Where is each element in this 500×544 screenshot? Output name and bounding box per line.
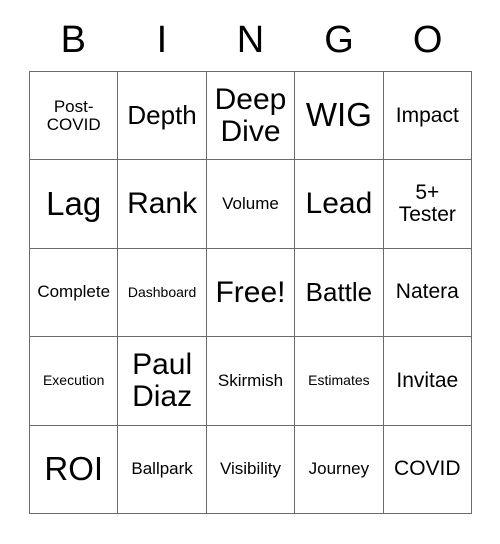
bingo-cell-label: Lag — [46, 184, 102, 222]
bingo-cell-label: Rank — [127, 187, 198, 221]
bingo-cell-label: Battle — [305, 276, 373, 307]
bingo-cell[interactable]: Lag — [30, 160, 119, 249]
bingo-cell-label: Dashboard — [127, 284, 197, 301]
bingo-cell-label: Invitae — [396, 368, 459, 392]
bingo-cell[interactable]: Dashboard — [118, 248, 207, 338]
bingo-cell[interactable]: 5+ Tester — [383, 160, 472, 249]
bingo-cell[interactable]: Invitae — [383, 337, 472, 426]
bingo-cell-label: Depth — [127, 99, 197, 130]
bingo-cell-label: Free! — [215, 275, 286, 309]
bingo-cell-label: 5+ Tester — [398, 180, 456, 227]
bingo-header-letter-o: O — [412, 19, 443, 61]
bingo-cell-label: WIG — [305, 96, 372, 134]
bingo-cell[interactable]: Estimates — [295, 337, 384, 426]
bingo-header-letter-n: N — [236, 19, 265, 61]
bingo-cell-label: ROI — [44, 449, 104, 487]
bingo-cell-label: Natera — [395, 280, 459, 304]
bingo-cell[interactable]: Paul Diaz — [118, 337, 207, 426]
bingo-cell-label: Paul Diaz — [132, 348, 193, 413]
bingo-cell[interactable]: ROI — [30, 425, 119, 514]
bingo-cell-label: Journey — [308, 459, 370, 479]
bingo-cell[interactable]: Post- COVID — [30, 72, 119, 161]
bingo-cell[interactable]: Lead — [295, 160, 384, 249]
bingo-cell[interactable]: Depth — [118, 72, 207, 161]
bingo-cell-label: Impact — [395, 103, 459, 127]
bingo-cell[interactable]: Ballpark — [118, 425, 207, 514]
bingo-cell[interactable]: Battle — [295, 248, 384, 338]
bingo-cell[interactable]: Journey — [295, 425, 384, 514]
bingo-cell[interactable]: Impact — [383, 72, 472, 161]
bingo-header-letter-g: G — [324, 19, 354, 61]
bingo-cell[interactable]: Complete — [30, 248, 119, 338]
bingo-cell[interactable]: Execution — [30, 337, 119, 426]
bingo-cell-label: Execution — [42, 372, 105, 389]
bingo-header-row: BINGO — [29, 14, 472, 66]
bingo-cell[interactable]: Free! — [206, 248, 296, 338]
bingo-cell[interactable]: Natera — [383, 248, 472, 338]
bingo-cell[interactable]: Deep Dive — [206, 72, 296, 161]
bingo-grid: Post- COVID Depth Deep Dive WIG Impact Lag Ran… — [29, 71, 472, 514]
bingo-cell[interactable]: COVID — [383, 425, 472, 514]
bingo-cell[interactable]: WIG — [295, 72, 384, 161]
bingo-cell-label: Ballpark — [131, 459, 193, 479]
bingo-header-letter-i: I — [156, 19, 168, 61]
bingo-header-letter-b: B — [60, 19, 86, 61]
bingo-cell-label: Deep Dive — [214, 82, 287, 148]
bingo-cell-label: Post- COVID — [46, 96, 101, 134]
bingo-cell-label: Lead — [305, 187, 373, 221]
bingo-cell[interactable]: Skirmish — [206, 337, 296, 426]
bingo-cell-label: Visibility — [219, 459, 282, 479]
bingo-cell-label: COVID — [394, 457, 461, 481]
bingo-cell-label: Estimates — [308, 372, 370, 389]
bingo-cell-label: Complete — [37, 282, 111, 302]
bingo-cell-label: Skirmish — [217, 370, 284, 390]
bingo-cell-label: Volume — [222, 194, 279, 214]
bingo-cell[interactable]: Rank — [118, 160, 207, 249]
bingo-cell[interactable]: Visibility — [206, 425, 296, 514]
bingo-card: B I N G O Post- COVID Depth Deep Dive WIG Impact… — [0, 0, 500, 544]
bingo-cell[interactable]: Volume — [206, 160, 296, 249]
